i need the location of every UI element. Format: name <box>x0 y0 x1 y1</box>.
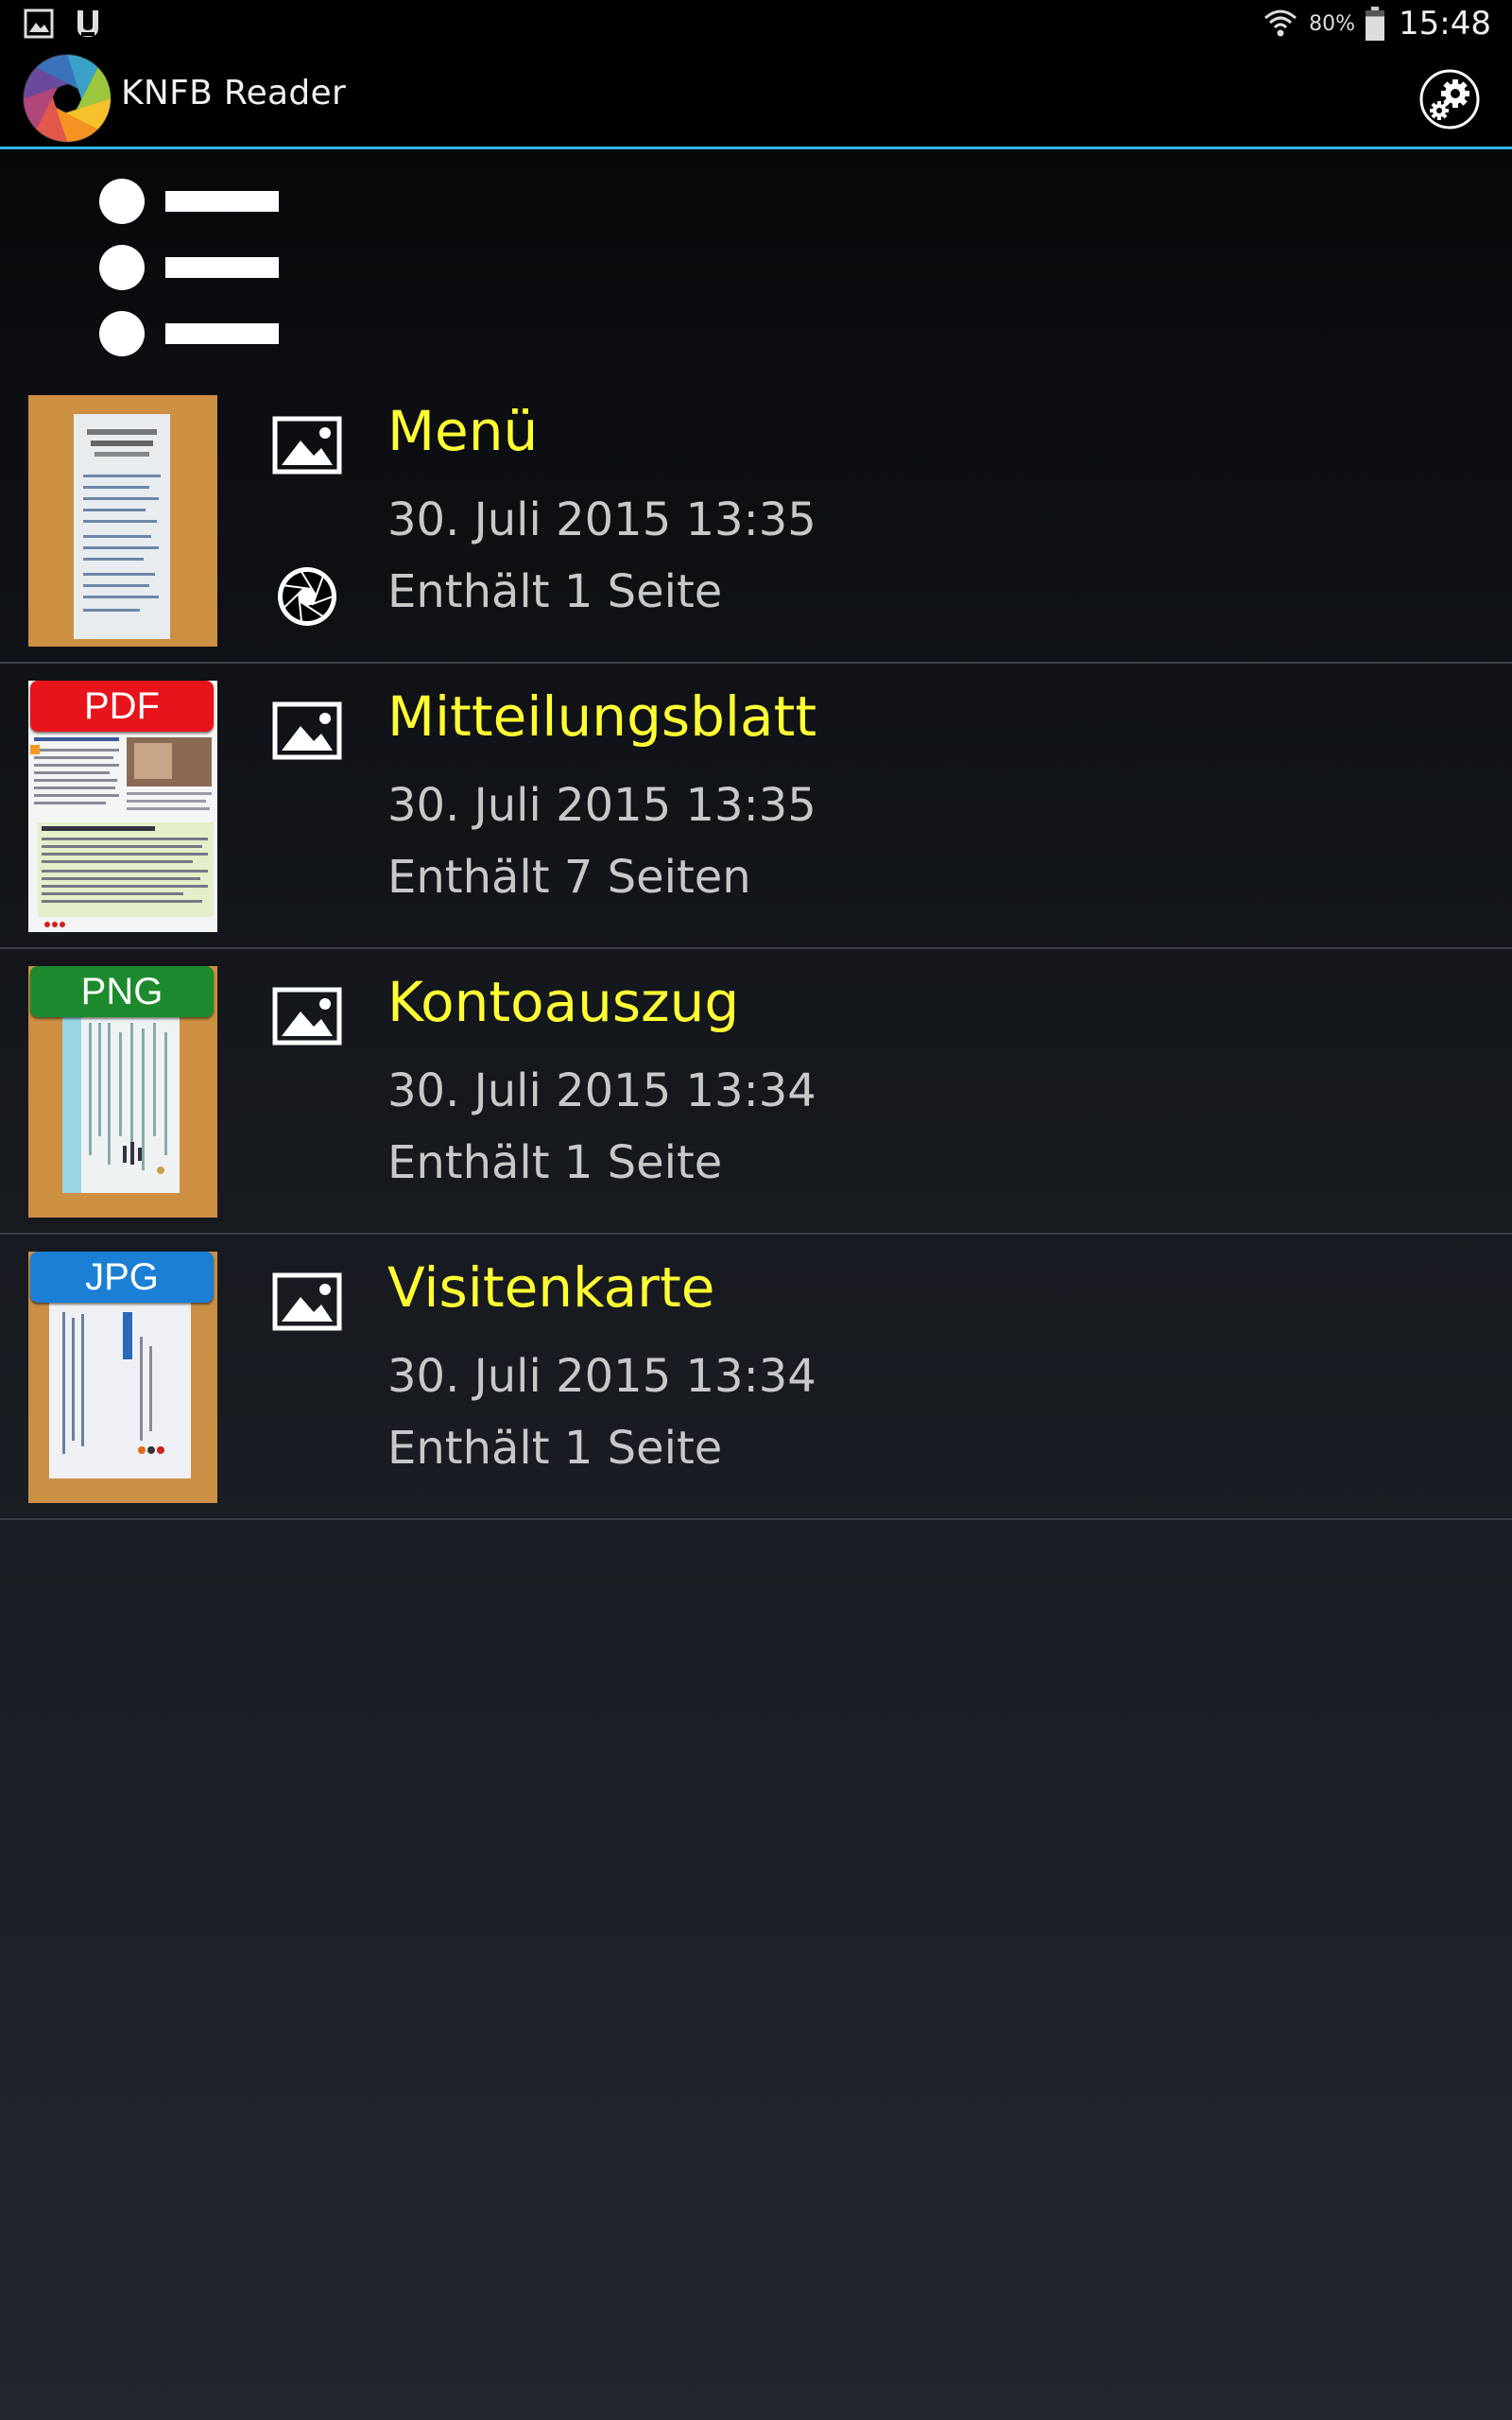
document-page-count: Enthält 1 Seite <box>387 565 723 618</box>
clock: 15:48 <box>1399 5 1491 43</box>
image-icon <box>272 416 342 475</box>
file-type-badge: PDF <box>30 681 214 732</box>
document-thumbnail <box>28 395 217 647</box>
battery-percent: 80% <box>1309 11 1356 36</box>
list-item-kontoauszug[interactable]: PNG Kontoauszug 30. Juli 2015 13:34 Enth… <box>0 949 1512 1235</box>
action-bar: KNFB Reader <box>0 47 1512 149</box>
list-item-menu[interactable]: Menü 30. Juli 2015 13:35 Enthält 1 Seite <box>0 378 1512 664</box>
file-type-badge: JPG <box>30 1252 214 1303</box>
battery-app-icon <box>77 10 98 37</box>
document-thumbnail: JPG <box>28 1252 217 1503</box>
aperture-logo-icon[interactable] <box>21 52 113 145</box>
document-title: Menü <box>387 399 539 463</box>
document-date: 30. Juli 2015 13:35 <box>387 779 816 832</box>
image-icon <box>272 1272 342 1331</box>
battery-icon <box>1366 7 1385 41</box>
document-date: 30. Juli 2015 13:35 <box>387 493 816 546</box>
file-type-badge: PNG <box>30 966 214 1017</box>
document-page-count: Enthält 7 Seiten <box>387 851 751 904</box>
document-page-count: Enthält 1 Seite <box>387 1136 723 1189</box>
gears-icon[interactable] <box>1419 69 1480 130</box>
document-title: Mitteilungsblatt <box>387 684 817 749</box>
document-thumbnail: PDF <box>28 681 217 932</box>
app-title: KNFB Reader <box>121 74 347 112</box>
document-title: Visitenkarte <box>387 1255 715 1320</box>
list-item-mitteilungsblatt[interactable]: PDF Mitteilungsblatt 30. Juli 2015 13:35… <box>0 664 1512 949</box>
document-thumbnail: PNG <box>28 966 217 1218</box>
aperture-icon <box>278 567 336 626</box>
image-icon <box>272 987 342 1046</box>
wifi-icon <box>1264 9 1297 37</box>
image-icon <box>272 701 342 760</box>
document-title: Kontoauszug <box>387 970 740 1034</box>
gallery-icon <box>24 9 54 39</box>
list-item-visitenkarte[interactable]: JPG Visitenkarte 30. Juli 2015 13:34 Ent… <box>0 1235 1512 1520</box>
list-view-icon[interactable] <box>99 175 284 359</box>
document-page-count: Enthält 1 Seite <box>387 1422 723 1475</box>
document-date: 30. Juli 2015 13:34 <box>387 1064 816 1117</box>
screen: 80% 15:48 KNFB Reader Menü 30. Juli 2015… <box>0 0 1512 2420</box>
document-date: 30. Juli 2015 13:34 <box>387 1350 816 1403</box>
status-bar: 80% 15:48 <box>0 0 1512 47</box>
